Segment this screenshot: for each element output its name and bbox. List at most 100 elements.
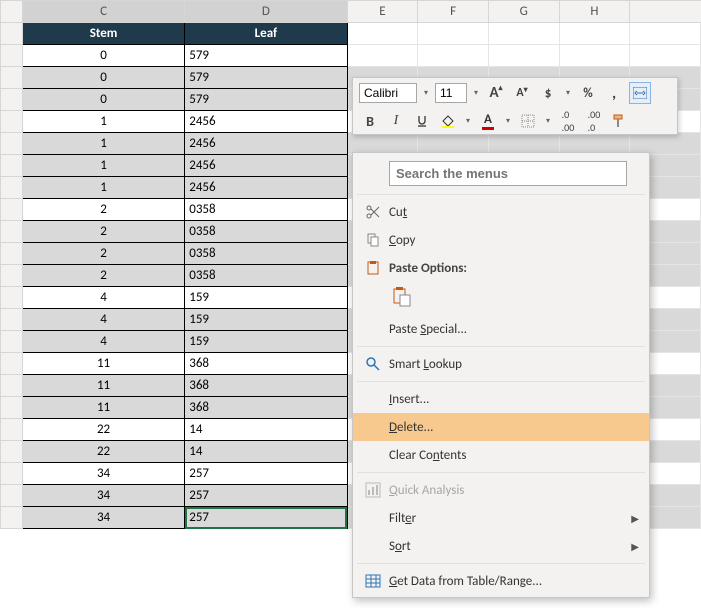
col-header-extra[interactable] (630, 1, 701, 23)
stem-cell[interactable]: 2 (22, 243, 184, 265)
font-size-dropdown-icon[interactable]: ▾ (471, 88, 481, 98)
row-header[interactable] (1, 353, 23, 375)
menu-delete[interactable]: Delete... (353, 413, 649, 441)
leaf-cell[interactable]: 257 (185, 507, 347, 529)
comma-format-button[interactable]: , (603, 82, 625, 104)
stem-cell[interactable]: 0 (22, 45, 184, 67)
stem-cell[interactable]: 4 (22, 309, 184, 331)
menu-paste-special[interactable]: Paste Special... (353, 315, 649, 343)
fill-dd[interactable]: ▾ (463, 116, 473, 126)
col-header-h[interactable]: H (559, 1, 630, 23)
leaf-cell[interactable]: 579 (185, 67, 347, 89)
col-header-d[interactable]: D (185, 1, 347, 23)
menu-filter[interactable]: Filter ▶ (353, 504, 649, 532)
fontcolor-dd[interactable]: ▾ (503, 116, 513, 126)
leaf-cell[interactable]: 14 (185, 419, 347, 441)
stem-cell[interactable]: 4 (22, 287, 184, 309)
row-header[interactable] (1, 485, 23, 507)
menu-copy[interactable]: Copy (353, 226, 649, 254)
row-header[interactable] (1, 265, 23, 287)
stem-cell[interactable]: 34 (22, 463, 184, 485)
leaf-cell[interactable]: 159 (185, 331, 347, 353)
row-header[interactable] (1, 89, 23, 111)
stem-cell[interactable]: 0 (22, 67, 184, 89)
stem-cell[interactable]: 11 (22, 397, 184, 419)
stem-cell[interactable]: 0 (22, 89, 184, 111)
corner-cell[interactable] (1, 1, 23, 23)
row-header[interactable] (1, 199, 23, 221)
format-painter-button[interactable] (609, 110, 631, 132)
increase-font-button[interactable]: A▴ (485, 82, 507, 104)
font-name-input[interactable] (359, 83, 417, 103)
merge-center-button[interactable] (629, 82, 651, 104)
row-header[interactable] (1, 133, 23, 155)
row-header[interactable] (1, 243, 23, 265)
row-header[interactable] (1, 507, 23, 529)
stem-cell[interactable]: 2 (22, 221, 184, 243)
stem-cell[interactable]: 22 (22, 441, 184, 463)
italic-button[interactable]: I (385, 110, 407, 132)
stem-cell[interactable]: 1 (22, 111, 184, 133)
row-header[interactable] (1, 331, 23, 353)
leaf-cell[interactable]: 14 (185, 441, 347, 463)
paste-option-default[interactable] (389, 284, 415, 310)
header-stem[interactable]: Stem (22, 23, 184, 45)
row-header[interactable] (1, 309, 23, 331)
row-header[interactable] (1, 155, 23, 177)
leaf-cell[interactable]: 0358 (185, 221, 347, 243)
stem-cell[interactable]: 11 (22, 353, 184, 375)
stem-cell[interactable]: 4 (22, 331, 184, 353)
stem-cell[interactable]: 1 (22, 155, 184, 177)
leaf-cell[interactable]: 2456 (185, 111, 347, 133)
leaf-cell[interactable]: 159 (185, 309, 347, 331)
fill-color-button[interactable] (437, 110, 459, 132)
bold-button[interactable]: B (359, 110, 381, 132)
header-leaf[interactable]: Leaf (185, 23, 347, 45)
col-header-g[interactable]: G (488, 1, 559, 23)
row-header[interactable] (1, 111, 23, 133)
menu-get-data[interactable]: Get Data from Table/Range... (353, 567, 649, 595)
leaf-cell[interactable]: 257 (185, 485, 347, 507)
row-header[interactable] (1, 45, 23, 67)
row-header[interactable] (1, 177, 23, 199)
leaf-cell[interactable]: 0358 (185, 199, 347, 221)
menu-search-input[interactable] (389, 161, 627, 186)
leaf-cell[interactable]: 159 (185, 287, 347, 309)
underline-button[interactable] (411, 110, 433, 132)
decrease-font-button[interactable]: A▾ (511, 82, 533, 104)
leaf-cell[interactable]: 2456 (185, 155, 347, 177)
leaf-cell[interactable]: 2456 (185, 177, 347, 199)
leaf-cell[interactable]: 368 (185, 397, 347, 419)
menu-sort[interactable]: Sort ▶ (353, 532, 649, 560)
borders-button[interactable] (517, 110, 539, 132)
borders-dd[interactable]: ▾ (543, 116, 553, 126)
row-header[interactable] (1, 397, 23, 419)
row-header[interactable] (1, 463, 23, 485)
decrease-decimal-button[interactable]: .00.0 (583, 110, 605, 132)
leaf-cell[interactable]: 0358 (185, 265, 347, 287)
stem-cell[interactable]: 22 (22, 419, 184, 441)
row-header[interactable] (1, 221, 23, 243)
stem-cell[interactable]: 2 (22, 265, 184, 287)
row-header[interactable] (1, 441, 23, 463)
leaf-cell[interactable]: 2456 (185, 133, 347, 155)
stem-cell[interactable]: 11 (22, 375, 184, 397)
stem-cell[interactable]: 1 (22, 177, 184, 199)
row-header[interactable] (1, 67, 23, 89)
menu-cut[interactable]: Cut (353, 198, 649, 226)
col-header-e[interactable]: E (347, 1, 418, 23)
increase-decimal-button[interactable]: .0.00 (557, 110, 579, 132)
col-header-c[interactable]: C (22, 1, 184, 23)
stem-cell[interactable]: 34 (22, 507, 184, 529)
leaf-cell[interactable]: 257 (185, 463, 347, 485)
leaf-cell[interactable]: 0358 (185, 243, 347, 265)
row-header[interactable] (1, 287, 23, 309)
menu-smart-lookup[interactable]: Smart Lookup (353, 350, 649, 378)
stem-cell[interactable]: 1 (22, 133, 184, 155)
leaf-cell[interactable]: 368 (185, 353, 347, 375)
row-header[interactable] (1, 23, 23, 45)
menu-clear-contents[interactable]: Clear Contents (353, 441, 649, 469)
font-color-button[interactable]: A (477, 110, 499, 132)
leaf-cell[interactable]: 579 (185, 45, 347, 67)
leaf-cell[interactable]: 368 (185, 375, 347, 397)
